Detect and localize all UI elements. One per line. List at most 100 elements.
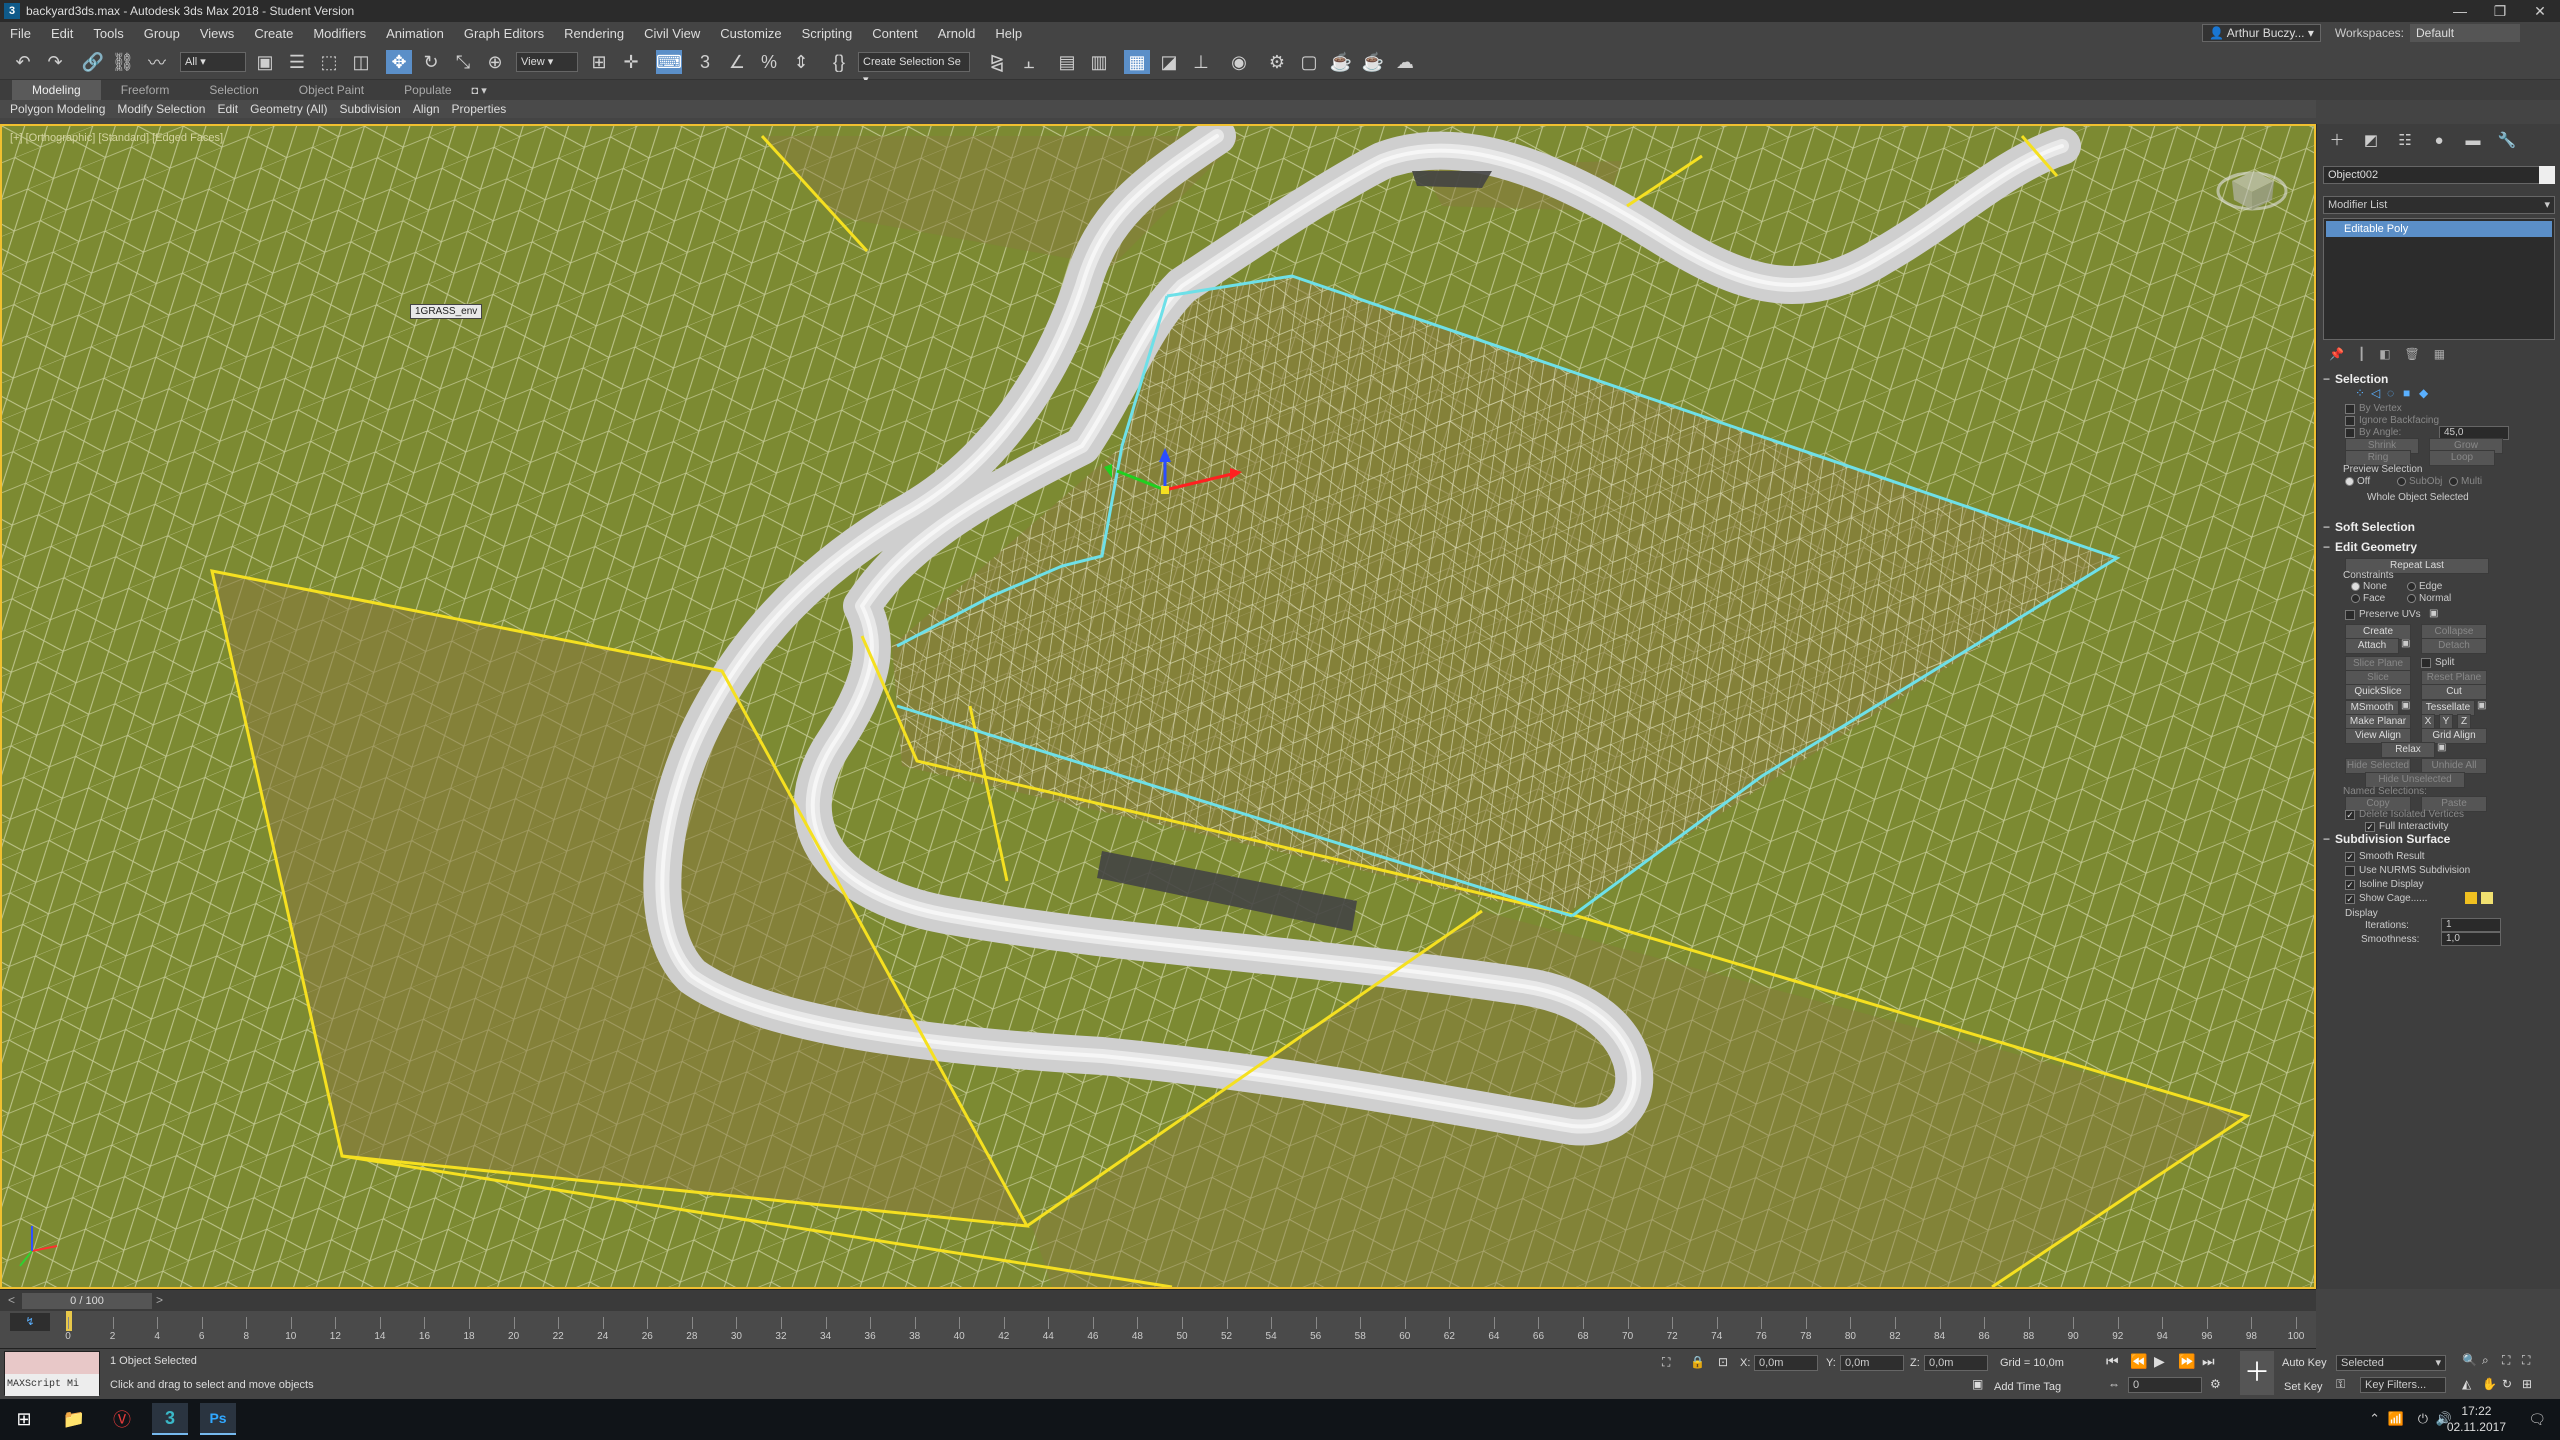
select-by-name-icon[interactable]: ☰ xyxy=(284,50,310,74)
window-crossing-icon[interactable]: ◫ xyxy=(348,50,374,74)
maxscript-listener[interactable]: MAXScript Mi xyxy=(4,1351,100,1396)
go-to-end-icon[interactable]: ⏭ xyxy=(2202,1353,2215,1370)
modify-tab-icon[interactable]: ◩ xyxy=(2361,131,2381,151)
edit-named-selection-icon[interactable]: {} xyxy=(826,50,852,74)
add-time-tag[interactable]: Add Time Tag xyxy=(1994,1381,2061,1393)
ribbon-geometry-all[interactable]: Geometry (All) xyxy=(250,102,327,116)
preserve-uvs-settings-icon[interactable]: ▣ xyxy=(2429,608,2438,619)
utilities-tab-icon[interactable]: 🔧 xyxy=(2497,131,2517,151)
render-setup-icon[interactable]: ⚙ xyxy=(1264,50,1290,74)
use-nurms-checkbox[interactable] xyxy=(2345,866,2355,876)
pan-view-icon[interactable]: ✋ xyxy=(2482,1377,2497,1391)
ribbon-subdivision[interactable]: Subdivision xyxy=(339,102,400,116)
ribbon-edit[interactable]: Edit xyxy=(217,102,238,116)
detach-button[interactable]: Detach xyxy=(2421,638,2487,654)
set-key-button[interactable]: Set Key xyxy=(2284,1381,2323,1393)
close-button[interactable]: ✕ xyxy=(2520,0,2560,22)
motion-tab-icon[interactable]: ● xyxy=(2429,131,2449,151)
constraint-edge-radio[interactable] xyxy=(2407,582,2416,591)
y-coordinate-field[interactable]: 0,0m xyxy=(1840,1355,1904,1371)
vertex-mode-icon[interactable]: ⁘ xyxy=(2355,386,2365,400)
constraint-normal-radio[interactable] xyxy=(2407,594,2416,603)
3dsmax-taskbar-icon[interactable]: 3 xyxy=(152,1403,188,1435)
tab-freeform[interactable]: Freeform xyxy=(101,80,190,100)
viewport-label[interactable]: [+] [Orthographic] [Standard] [Edged Fac… xyxy=(10,132,223,144)
preserve-uvs-checkbox[interactable] xyxy=(2345,610,2355,620)
configure-sets-icon[interactable]: ▦ xyxy=(2434,347,2445,361)
isolate-selection-icon[interactable]: ⛶ xyxy=(1662,1355,1670,1370)
zoom-extents-icon[interactable]: ⛶ xyxy=(2502,1353,2510,1368)
keyboard-shortcut-toggle-icon[interactable]: ⌨ xyxy=(656,50,682,74)
menu-civil-view[interactable]: Civil View xyxy=(634,26,710,41)
cage-color-swatch-1[interactable] xyxy=(2465,892,2477,904)
menu-content[interactable]: Content xyxy=(862,26,928,41)
menu-customize[interactable]: Customize xyxy=(710,26,791,41)
attach-button[interactable]: Attach xyxy=(2345,638,2399,654)
menu-edit[interactable]: Edit xyxy=(41,26,83,41)
bind-spacewarp-icon[interactable]: 〰 xyxy=(144,50,170,74)
maximize-button[interactable]: ❐ xyxy=(2480,0,2520,22)
time-tag-icon[interactable]: ▣ xyxy=(1972,1377,1983,1391)
power-icon[interactable]: ⏻ xyxy=(2418,1411,2428,1427)
menu-rendering[interactable]: Rendering xyxy=(554,26,634,41)
ribbon-align[interactable]: Align xyxy=(413,102,440,116)
ribbon-modify-selection[interactable]: Modify Selection xyxy=(117,102,205,116)
curve-editor-icon[interactable]: ◪ xyxy=(1156,50,1182,74)
snaps-toggle-icon[interactable]: 3 xyxy=(692,50,718,74)
time-prev-icon[interactable]: < xyxy=(8,1293,15,1307)
vivaldi-browser-icon[interactable]: Ⓥ xyxy=(104,1403,140,1435)
x-coordinate-field[interactable]: 0,0m xyxy=(1754,1355,1818,1371)
by-angle-checkbox[interactable] xyxy=(2345,428,2355,438)
workspaces-dropdown[interactable]: Default xyxy=(2410,24,2520,42)
mirror-icon[interactable]: ⧎ xyxy=(984,50,1010,74)
display-tab-icon[interactable]: ▬ xyxy=(2463,131,2483,151)
minimize-button[interactable]: — xyxy=(2440,0,2480,22)
select-move-icon[interactable]: ✥ xyxy=(386,50,412,74)
edit-geometry-header[interactable]: Edit Geometry xyxy=(2321,538,2557,556)
render-iterative-icon[interactable]: ☕ xyxy=(1360,50,1386,74)
render-production-icon[interactable]: ☕ xyxy=(1328,50,1354,74)
time-next-icon[interactable]: > xyxy=(156,1293,163,1307)
redo-icon[interactable]: ↷ xyxy=(42,50,68,74)
key-selection-dropdown[interactable]: Selected ▾ xyxy=(2336,1355,2446,1371)
zoom-icon[interactable]: 🔍 xyxy=(2462,1353,2477,1367)
smooth-result-checkbox[interactable]: ✓ xyxy=(2345,852,2355,862)
unlink-icon[interactable]: ⛓ xyxy=(110,50,136,74)
viewport-perspective[interactable]: [+] [Orthographic] [Standard] [Edged Fac… xyxy=(0,124,2316,1289)
menu-scripting[interactable]: Scripting xyxy=(792,26,863,41)
preview-off-radio[interactable] xyxy=(2345,477,2354,486)
zoom-all-icon[interactable]: ⌕ xyxy=(2482,1353,2489,1368)
material-editor-icon[interactable]: ◉ xyxy=(1226,50,1252,74)
show-cage-checkbox[interactable]: ✓ xyxy=(2345,894,2355,904)
link-icon[interactable]: 🔗 xyxy=(80,50,106,74)
field-of-view-icon[interactable]: ◭ xyxy=(2462,1377,2471,1391)
menu-views[interactable]: Views xyxy=(190,26,244,41)
maxscript-input[interactable]: MAXScript Mi xyxy=(5,1374,99,1396)
element-mode-icon[interactable]: ◆ xyxy=(2419,386,2428,400)
smoothness-spinner[interactable]: 1,0 xyxy=(2441,932,2501,946)
constraint-face-radio[interactable] xyxy=(2351,594,2360,603)
scene-canvas[interactable] xyxy=(2,126,2314,1287)
subdivision-header[interactable]: Subdivision Surface xyxy=(2321,830,2557,848)
select-object-icon[interactable]: ▣ xyxy=(252,50,278,74)
menu-arnold[interactable]: Arnold xyxy=(928,26,986,41)
object-name-field[interactable]: Object002 xyxy=(2323,166,2543,184)
relax-settings-icon[interactable]: ▣ xyxy=(2437,742,2446,753)
tab-populate[interactable]: Populate xyxy=(384,80,471,100)
rect-selection-icon[interactable]: ⬚ xyxy=(316,50,342,74)
maximize-viewport-icon[interactable]: ⊞ xyxy=(2522,1377,2532,1391)
taskbar-clock[interactable]: 17:22 02.11.2017 xyxy=(2447,1403,2506,1435)
notifications-icon[interactable]: 🗨 xyxy=(2528,1411,2546,1428)
menu-graph-editors[interactable]: Graph Editors xyxy=(454,26,554,41)
orbit-icon[interactable]: ↻ xyxy=(2502,1377,2512,1391)
ribbon-options-icon[interactable]: ◘ ▾ xyxy=(472,84,487,97)
pin-stack-icon[interactable]: 📌 xyxy=(2329,347,2344,361)
named-selection-dropdown[interactable]: Create Selection Se ▾ xyxy=(858,52,970,86)
edge-mode-icon[interactable]: ◁ xyxy=(2371,386,2380,400)
quickslice-button[interactable]: QuickSlice xyxy=(2345,684,2411,700)
iterations-spinner[interactable]: 1 xyxy=(2441,918,2501,932)
time-slider[interactable]: < 0 / 100 > xyxy=(0,1289,2316,1311)
show-end-result-icon[interactable]: ┃ xyxy=(2358,347,2365,361)
ignore-backfacing-checkbox[interactable] xyxy=(2345,416,2355,426)
percent-snap-icon[interactable]: % xyxy=(756,50,782,74)
